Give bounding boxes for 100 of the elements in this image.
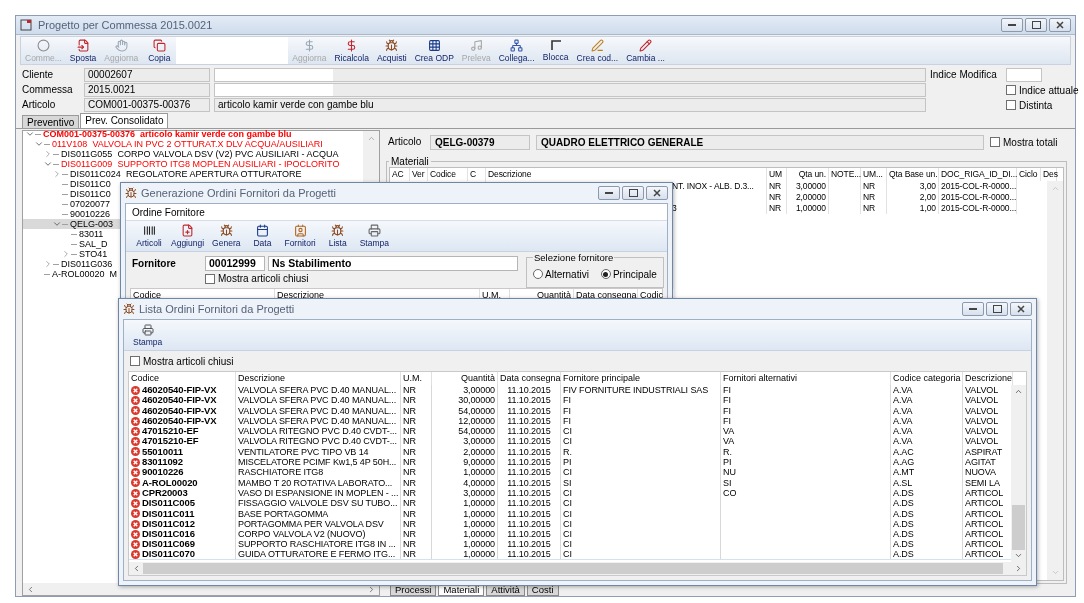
table-cell: 1,00000 — [432, 549, 498, 560]
table-cell: 2,00000 — [432, 446, 498, 458]
table-cell: 11.10.2015 — [498, 477, 561, 488]
radio-label: Alternativi — [545, 268, 589, 280]
table-cell: A.VA — [891, 426, 963, 437]
table-cell: 1,00000 — [432, 529, 498, 540]
group-title: Materiali — [390, 156, 430, 167]
table-cell: 46020540-FIP-VX — [129, 405, 236, 416]
table-cell: NR — [767, 203, 787, 214]
table-cell: 11.10.2015 — [498, 467, 561, 478]
table-cell: NR — [401, 467, 432, 478]
table-cell: 1,00000 — [432, 508, 498, 519]
table-cell: CI — [561, 426, 721, 437]
table-cell: A.DS — [891, 508, 963, 519]
table-cell: NR — [861, 203, 887, 214]
table-cell: 3,00000 — [432, 385, 498, 396]
tree-item-label: DIS011G055 CORPO VALVOLA DSV (V2) PVC AUSILIARI - ACQUA — [61, 149, 339, 159]
table-cell: CI — [561, 487, 721, 499]
table-cell: CO — [721, 487, 891, 499]
table-cell: FI — [721, 405, 891, 416]
table-cell: 1,00000 — [432, 467, 498, 478]
table-cell: VALVOLA SFERA PVC D.40 MANUAL... — [236, 385, 401, 396]
table-cell: NR — [401, 385, 432, 396]
table-cell: MAMBO T 20 ROTATIVA LABORATO... — [236, 477, 401, 488]
table-cell: 11.10.2015 — [498, 457, 561, 468]
table-cell: FI — [721, 395, 891, 406]
table-cell: 11.10.2015 — [498, 436, 561, 447]
table-cell: 55010011 — [129, 446, 236, 458]
table-cell: R. — [561, 446, 721, 458]
table-cell: NR — [401, 487, 432, 499]
table-cell: RASCHIATORE ITG8 — [236, 467, 401, 478]
table-cell: 11.10.2015 — [498, 487, 561, 499]
window-title: Lista Ordini Fornitori da Progetti — [139, 303, 296, 315]
table-cell: A.DS — [891, 529, 963, 540]
table-cell: 11.10.2015 — [498, 508, 561, 519]
table-cell: NR — [767, 181, 787, 192]
table-cell: CI — [561, 467, 721, 478]
table-cell: 11.10.2015 — [498, 405, 561, 416]
table-cell: 4,00000 — [432, 477, 498, 488]
tree-item-label: DIS011G036 — [61, 259, 113, 269]
group-title: Selezione fornitore — [533, 252, 615, 263]
table-cell: NR — [401, 395, 432, 406]
table-cell: NR — [401, 529, 432, 540]
table-cell: 90010226 — [129, 467, 236, 478]
table-cell: CI — [561, 436, 721, 447]
table-cell: VENTILATORE PVC TIPO VB 14 — [236, 446, 401, 458]
table-cell: NR — [401, 539, 432, 550]
table-cell: 11.10.2015 — [498, 395, 561, 406]
table-cell: VALVOLA SFERA PVC D.40 MANUAL... — [236, 405, 401, 416]
table-cell: A.DS — [891, 498, 963, 509]
table-cell: FIV FORNITURE INDUSTRIALI SAS — [561, 385, 721, 396]
table-cell: 3,00000 — [432, 436, 498, 447]
table-cell: CI — [561, 539, 721, 550]
checkbox-label: Mostra articoli chiusi — [218, 273, 309, 284]
tree-item-label: QELG-003 — [70, 219, 114, 229]
table-cell: 47015210-EF — [129, 436, 236, 447]
tree-item-label: A-ROL00020 M — [52, 269, 118, 279]
table-cell: BASE PORTAGOMMA — [236, 508, 401, 519]
tree-item-label: 83011 — [79, 229, 104, 239]
tree-item-label: 07020077 — [70, 199, 111, 209]
field-label: Fornitore — [132, 258, 177, 269]
tree-item-label: DIS011C0 — [70, 179, 111, 189]
field-label: Articolo — [22, 98, 57, 112]
table-cell: A.SL — [891, 477, 963, 488]
checkbox-label: Distinta — [1019, 99, 1053, 111]
table-cell: A.DS — [891, 518, 963, 530]
tree-item-label: DIS011C0 — [70, 189, 111, 199]
table-cell: SI — [721, 477, 891, 488]
table-cell: NR — [401, 415, 432, 427]
table-cell: DIS011C005 — [129, 498, 236, 509]
table-cell: A.DS — [891, 487, 963, 499]
tree-item-label: SAL_D — [79, 239, 108, 249]
table-cell: CPR20003 — [129, 487, 236, 499]
table-cell: NR — [401, 436, 432, 447]
table-cell: 83011092 — [129, 457, 236, 468]
table-cell: 11.10.2015 — [498, 415, 561, 427]
table-cell: DIS011C069 — [129, 539, 236, 550]
table-cell: NR — [401, 405, 432, 416]
table-cell: 46020540-FIP-VX — [129, 395, 236, 406]
table-cell: DIS011C070 — [129, 549, 236, 560]
table-cell: FI — [721, 415, 891, 427]
window-title: Generazione Ordini Fornitori da Progetti — [141, 187, 338, 199]
table-cell: NR — [401, 477, 432, 488]
table-cell: CORPO VALVOLA V2 (NUOVO) — [236, 529, 401, 540]
table-cell: CI — [561, 508, 721, 519]
tree-item-label: 90010226 — [70, 209, 111, 219]
table-cell: VASO DI ESPANSIONE IN MOPLEN - ... — [236, 487, 401, 499]
table-cell: 2015-COL-R-0000... — [939, 203, 1017, 214]
table-cell: A.VA — [891, 415, 963, 427]
table-cell: GUIDA OTTURATORE E FERMO ITG... — [236, 549, 401, 560]
table-cell: FISSAGGIO VALVOLE DSV SU TUBO... — [236, 498, 401, 509]
checkbox-label: Indice attuale — [1019, 84, 1079, 96]
table-cell: CI — [561, 549, 721, 560]
table-cell: 1,00 — [887, 203, 939, 214]
table-cell: 11.10.2015 — [498, 549, 561, 560]
field-label: Cliente — [22, 68, 55, 82]
table-cell: R. — [721, 446, 891, 458]
table-cell: 11.10.2015 — [498, 446, 561, 458]
table-cell: NR — [861, 181, 887, 192]
table-cell: A.VA — [891, 405, 963, 416]
